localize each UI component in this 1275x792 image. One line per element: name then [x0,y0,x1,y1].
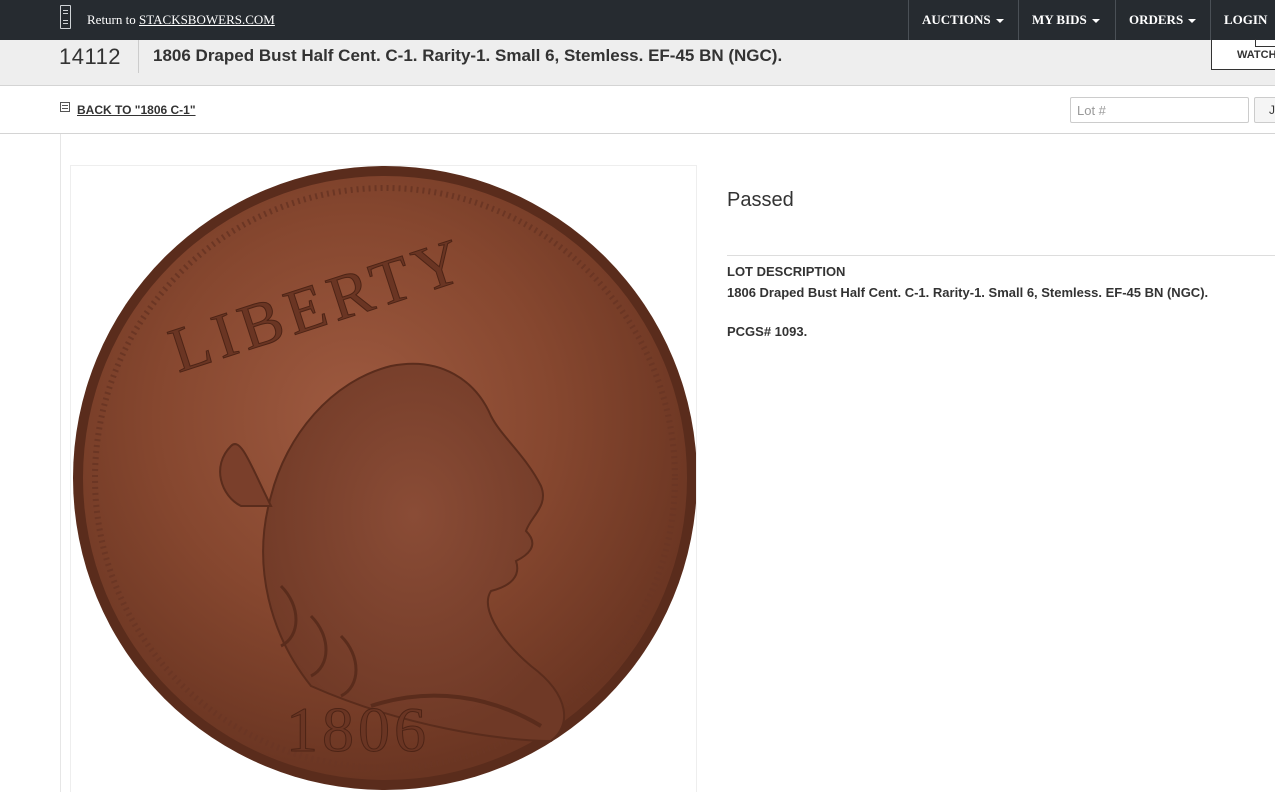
lot-number: 14112 [59,44,122,69]
caret-down-icon [1188,19,1197,24]
nav-auctions[interactable]: AUCTIONS [908,0,1017,40]
lot-description-heading: LOT DESCRIPTION [727,264,846,279]
top-nav-bar: Return to STACKSBOWERS.COM AUCTIONS MY B… [0,0,1275,40]
watch-tab-icon [1255,39,1275,47]
jump-to-lot-button[interactable]: J [1254,97,1275,123]
sub-nav-row: BACK TO "1806 C-1" J [0,87,1275,134]
return-to-site: Return to STACKSBOWERS.COM [87,12,275,28]
pcgs-number: PCGS# 1093. [727,324,808,339]
nav-login-label: LOGIN [1224,12,1268,27]
lot-status: Passed [727,189,794,211]
lot-title: 1806 Draped Bust Half Cent. C-1. Rarity-… [153,46,783,65]
back-to-category-link[interactable]: BACK TO "1806 C-1" [77,103,196,117]
lot-description: 1806 Draped Bust Half Cent. C-1. Rarity-… [727,285,1209,300]
caret-down-icon [995,19,1004,24]
nav-auctions-label: AUCTIONS [922,12,991,27]
coin-date: 1806 [286,694,430,765]
lot-title-band: 14112 1806 Draped Bust Half Cent. C-1. R… [0,39,1275,86]
content-left-border [60,134,61,792]
stacksbowers-link[interactable]: STACKSBOWERS.COM [139,12,275,27]
lot-image-frame[interactable]: LIBERTY 1806 [70,165,697,792]
nav-orders-label: ORDERS [1129,12,1184,27]
site-logo-icon[interactable] [60,5,71,29]
watch-label: WATCH [1237,49,1275,61]
caret-down-icon [1091,19,1100,24]
lot-number-search-input[interactable] [1070,97,1249,123]
title-divider [138,40,139,73]
details-divider [727,255,1275,256]
nav-my-bids-label: MY BIDS [1032,12,1087,27]
nav-login[interactable]: LOGIN [1210,0,1275,40]
watch-button[interactable]: WATCH [1211,39,1275,70]
return-prefix: Return to [87,12,136,27]
nav-orders[interactable]: ORDERS [1115,0,1209,40]
back-list-icon [60,102,70,112]
coin-image: LIBERTY 1806 [73,166,696,790]
nav-my-bids[interactable]: MY BIDS [1018,0,1113,40]
